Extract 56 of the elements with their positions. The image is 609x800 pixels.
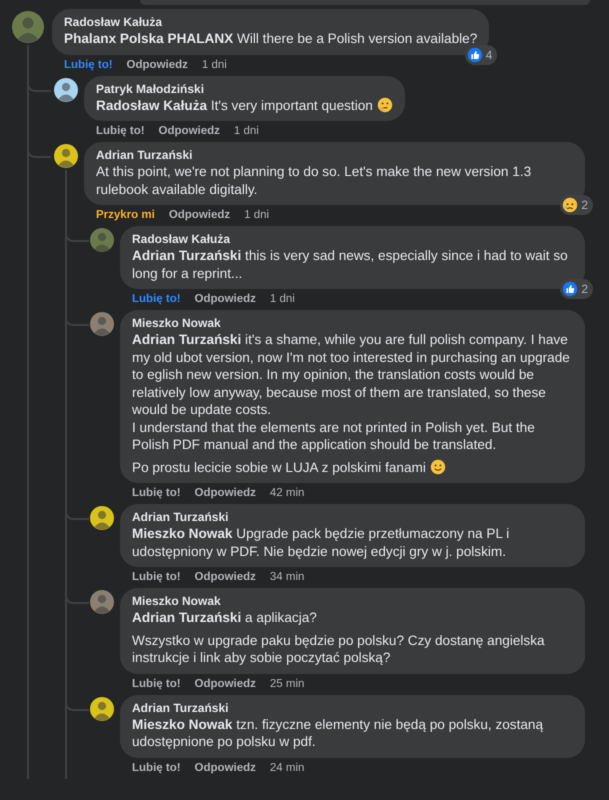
reply-link[interactable]: Odpowiedz (194, 486, 256, 500)
comment-text: Mieszko Nowak Upgrade pack będzie przetłumaczony na PL i udostępniony w PDF. Nie będzie nowej edycji gry w j. polskim. (132, 525, 510, 560)
avatar[interactable] (90, 696, 114, 720)
reaction-count[interactable]: 2 (560, 279, 593, 299)
thumbs-up-icon (562, 281, 578, 297)
reply-link[interactable]: Odpowiedz (194, 570, 256, 584)
reaction-count[interactable]: 2 (560, 195, 593, 215)
author-name[interactable]: Patryk Małodziński (96, 82, 393, 96)
timestamp[interactable]: 34 min (270, 570, 304, 584)
reaction-count[interactable]: 4 (464, 44, 498, 64)
timestamp[interactable]: 42 min (270, 486, 304, 500)
timestamp[interactable]: 25 min (270, 676, 304, 690)
comment-text: Adrian Turzański it's a shame, while you are full polish company. I have my old ubot version, now I'm not too interested in purchasing an upgrade to eglish new version. In my opinion, the translation costs would be relatively low anyway, because most of them are translated, so these would be update costs. I understand that the elements are not printed in Polish yet. But the Polish PDF manual and the application should be translated. (132, 331, 571, 454)
reaction-link[interactable]: Lubię to! (132, 292, 181, 306)
comment-text: Adrian Turzański a aplikacja? (132, 609, 318, 626)
avatar[interactable] (90, 506, 114, 530)
smiley-icon (430, 458, 446, 474)
author-name[interactable]: Radosław Kałuża (64, 15, 478, 30)
comment-text: Po prostu lecicie sobie w LUJA z polskimi fanami (132, 458, 573, 476)
comment-text: Adrian Turzański this is very sad news, especially since i had to wait so long for a reprint... (132, 247, 569, 282)
comment-text: Mieszko Nowak tzn. fizyczne elementy nie będą po polsku, zostaną udostępnione po polsku w pdf. (132, 716, 544, 750)
thinking-face-icon (376, 96, 393, 112)
author-name[interactable]: Adrian Turzański (96, 148, 573, 163)
reaction-link[interactable]: Lubię to! (96, 124, 145, 138)
thumbs-up-icon (466, 46, 483, 62)
reply-link[interactable]: Odpowiedz (194, 292, 256, 306)
reply-link[interactable]: Odpowiedz (194, 760, 256, 774)
comment-text: Radosław Kałuża It's very important question (96, 96, 393, 114)
avatar[interactable] (54, 144, 78, 168)
reaction-link[interactable]: Lubię to! (132, 570, 181, 584)
avatar[interactable] (54, 78, 78, 102)
author-name[interactable]: Adrian Turzański (132, 700, 573, 716)
avatar[interactable] (90, 312, 114, 336)
comment-text: At this point, we're not planning to do so. Let's make the new version 1.3 rulebook available digitally. (96, 163, 532, 198)
author-name[interactable]: Mieszko Nowak (132, 316, 573, 331)
reply-link[interactable]: Odpowiedz (168, 208, 230, 222)
timestamp[interactable]: 1 dni (244, 208, 270, 222)
reaction-link[interactable]: Przykro mi (96, 208, 155, 222)
reaction-link[interactable]: Lubię to! (64, 58, 113, 72)
reaction-link[interactable]: Lubię to! (132, 676, 181, 690)
reaction-link[interactable]: Lubię to! (132, 486, 181, 500)
reaction-link[interactable]: Lubię to! (132, 760, 181, 774)
timestamp[interactable]: 24 min (270, 760, 304, 774)
timestamp[interactable]: 1 dni (202, 58, 227, 72)
reply-link[interactable]: Odpowiedz (126, 58, 188, 72)
comment-text: Wszystko w upgrade paku będzie po polsku? Czy dostanę angielska instrukcje i link aby sobie poczytać polską? (132, 632, 546, 666)
timestamp[interactable]: 1 dni (234, 124, 259, 138)
avatar[interactable] (90, 590, 114, 614)
reply-link[interactable]: Odpowiedz (194, 676, 256, 690)
author-name[interactable]: Radosław Kałuża (132, 232, 573, 247)
author-name[interactable]: Mieszko Nowak (132, 594, 573, 609)
sad-face-icon (562, 197, 578, 213)
comment-text: Phalanx Polska PHALANX Will there be a Polish version available? (64, 30, 478, 48)
author-name[interactable]: Adrian Turzański (132, 510, 573, 525)
timestamp[interactable]: 1 dni (270, 292, 295, 306)
reply-link[interactable]: Odpowiedz (158, 124, 220, 138)
